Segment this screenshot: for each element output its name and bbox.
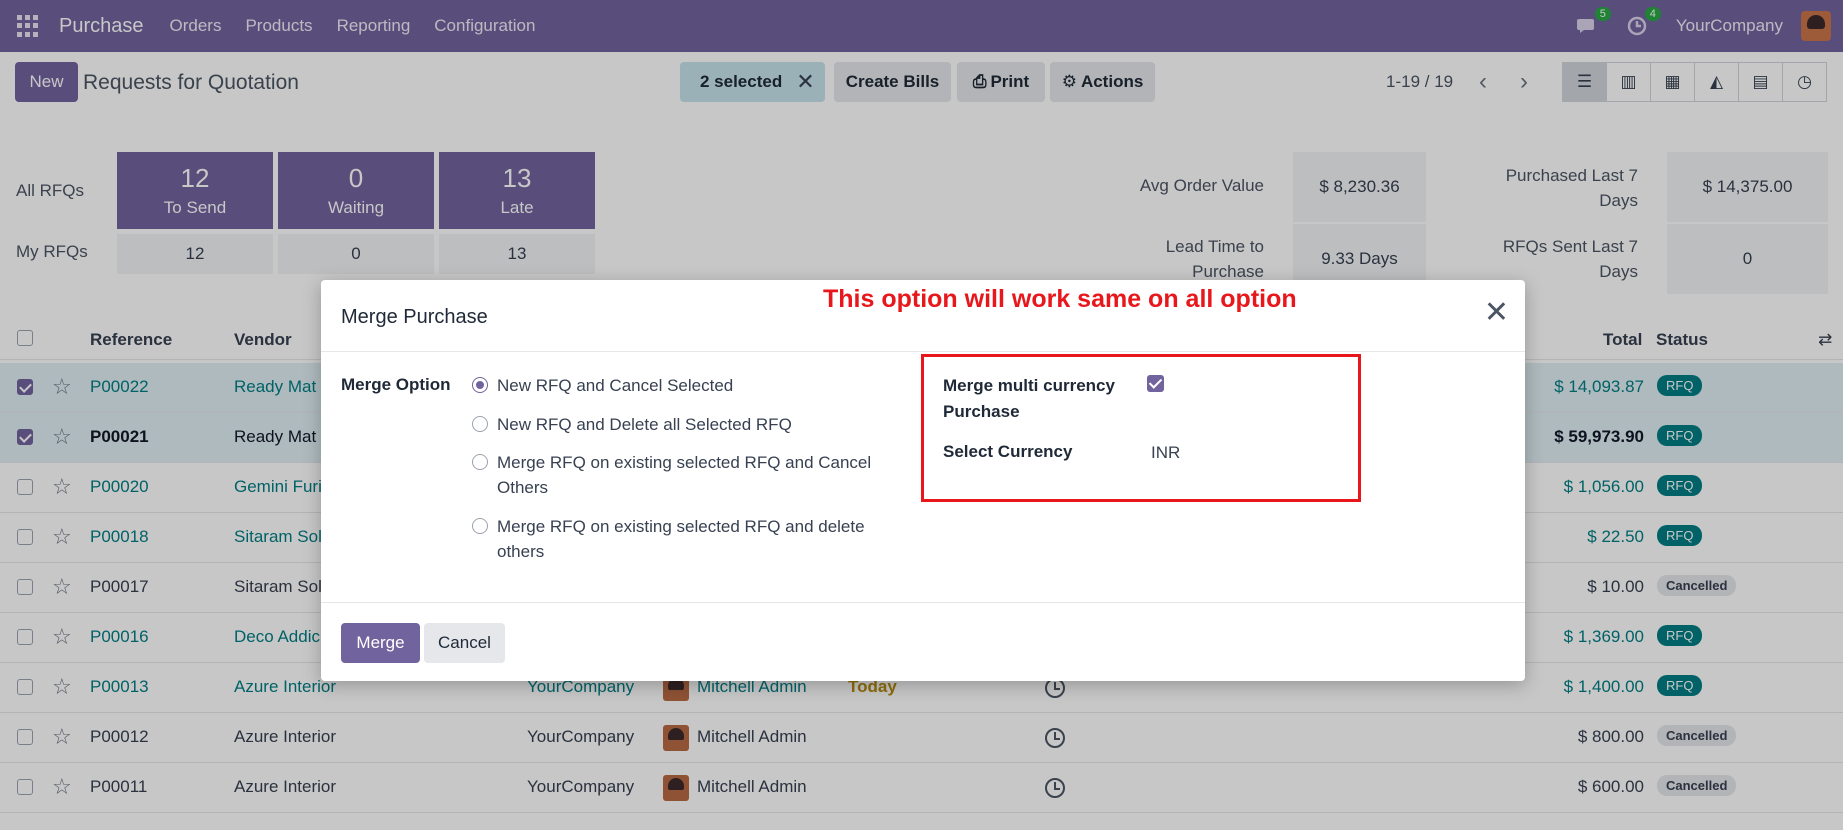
radio-button[interactable] (472, 416, 488, 432)
option-label: Merge RFQ on existing selected RFQ and d… (497, 517, 865, 561)
cancel-button[interactable]: Cancel (424, 623, 505, 663)
merge-button[interactable]: Merge (341, 623, 420, 663)
multi-currency-checkbox[interactable] (1147, 375, 1164, 392)
merge-purchase-dialog: Merge Purchase This option will work sam… (321, 280, 1525, 681)
merge-option-existing-delete[interactable]: Merge RFQ on existing selected RFQ and d… (472, 514, 892, 564)
radio-button[interactable] (472, 518, 488, 534)
merge-option-new-delete[interactable]: New RFQ and Delete all Selected RFQ (472, 412, 892, 437)
dialog-title: Merge Purchase (341, 306, 488, 328)
currency-field[interactable]: INR (1151, 443, 1180, 463)
close-icon[interactable]: ✕ (1484, 298, 1509, 328)
multi-currency-label: Merge multi currency Purchase (943, 376, 1115, 421)
radio-button[interactable] (472, 377, 488, 393)
merge-option-label: Merge Option (341, 375, 451, 394)
radio-button[interactable] (472, 454, 488, 470)
option-label: New RFQ and Delete all Selected RFQ (497, 415, 792, 434)
option-label: New RFQ and Cancel Selected (497, 376, 734, 395)
select-currency-label: Select Currency (943, 442, 1073, 461)
option-label: Merge RFQ on existing selected RFQ and C… (497, 453, 872, 497)
merge-option-existing-cancel[interactable]: Merge RFQ on existing selected RFQ and C… (472, 450, 892, 500)
dialog-header: Merge Purchase This option will work sam… (321, 280, 1525, 352)
annotation-text: This option will work same on all option (823, 285, 1297, 313)
merge-option-new-cancel[interactable]: New RFQ and Cancel Selected (472, 373, 892, 398)
dialog-footer: Merge Cancel (321, 602, 1525, 681)
